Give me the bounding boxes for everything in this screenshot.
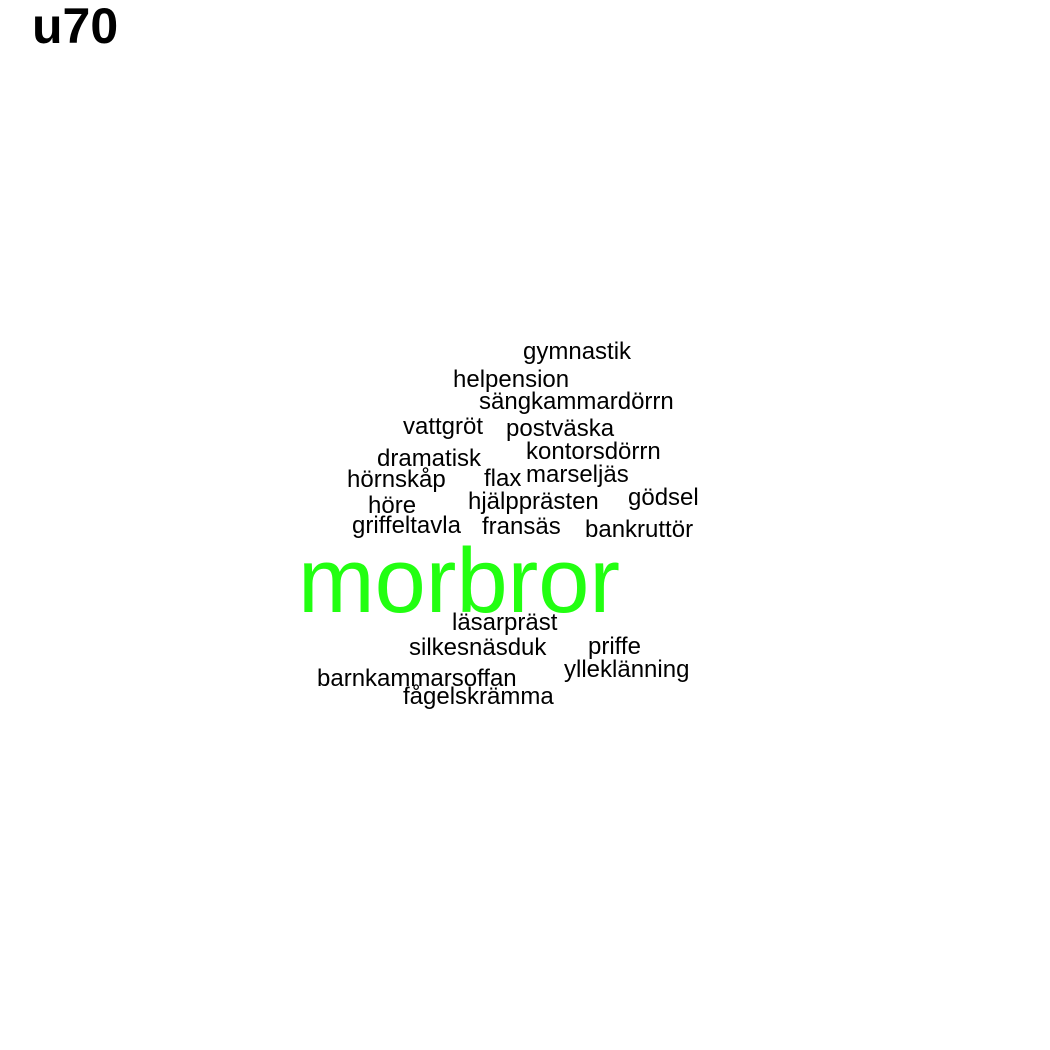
word-ylleklanning: ylleklänning bbox=[564, 656, 690, 683]
word-fagelskramma: fågelskrämma bbox=[403, 683, 554, 710]
figure-title: u70 bbox=[32, 0, 119, 54]
word-godsel: gödsel bbox=[628, 484, 699, 511]
word-fransas: fransäs bbox=[482, 513, 561, 540]
word-sangkammardorrn: sängkammardörrn bbox=[479, 388, 674, 415]
word-vattgrot: vattgröt bbox=[403, 413, 484, 440]
word-gymnastik: gymnastik bbox=[523, 338, 632, 365]
word-marseljas: marseljäs bbox=[526, 461, 629, 488]
word-silkesnasduk: silkesnäsduk bbox=[409, 634, 547, 661]
word-bankruttor: bankruttör bbox=[585, 516, 694, 543]
word-hjalpprasten: hjälpprästen bbox=[468, 488, 599, 515]
word-hornskap: hörnskåp bbox=[347, 466, 446, 493]
word-lasarprast: läsarpräst bbox=[452, 609, 558, 636]
word-griffeltavla: griffeltavla bbox=[352, 512, 461, 539]
